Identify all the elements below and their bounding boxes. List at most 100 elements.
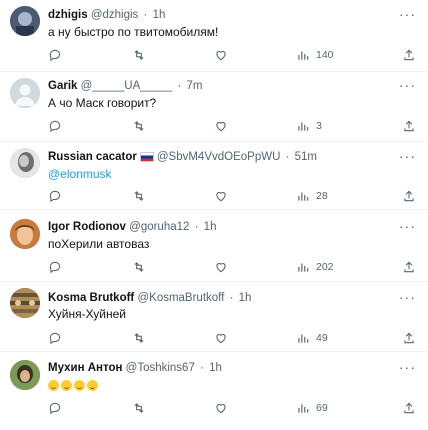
retweet-button[interactable] <box>132 187 146 205</box>
reply-button[interactable] <box>48 117 62 135</box>
author-handle[interactable]: @dzhigis <box>91 9 138 21</box>
share-button[interactable] <box>402 46 416 64</box>
views-button[interactable]: 49 <box>296 329 328 347</box>
retweet-button[interactable] <box>132 329 146 347</box>
reply-button[interactable] <box>48 46 62 64</box>
avatar[interactable] <box>10 78 40 108</box>
separator-dot: · <box>143 9 148 21</box>
tweet-header: dzhigis @dzhigis · 1h <box>48 7 165 23</box>
tweet-header: Kosma Brutkoff @KosmaBrutkoff · 1h <box>48 290 251 306</box>
author-name[interactable]: Igor Rodionov <box>48 221 126 233</box>
share-button[interactable] <box>402 258 416 276</box>
tweet-text: а ну быстро по твитомобилям! <box>48 25 219 39</box>
tweet[interactable]: dzhigis @dzhigis · 1h ··· а ну быстро по… <box>0 0 428 72</box>
reply-button[interactable] <box>48 187 62 205</box>
emoji-row <box>48 377 100 393</box>
like-button[interactable] <box>214 329 228 347</box>
author-handle[interactable]: @goruha12 <box>129 221 189 233</box>
retweet-button[interactable] <box>132 46 146 64</box>
tweet[interactable]: Igor Rodionov @goruha12 · 1h ··· поХерил… <box>0 210 428 282</box>
tweet[interactable]: Russian cacator @SbvM4VvdOEoPpWU · 51m ··… <box>0 142 428 210</box>
author-handle[interactable]: @Toshkins67 <box>126 362 195 374</box>
timestamp[interactable]: 1h <box>239 292 252 304</box>
like-button[interactable] <box>214 46 228 64</box>
timestamp[interactable]: 1h <box>204 221 217 233</box>
action-bar: 69 <box>48 399 420 417</box>
more-icon[interactable]: ··· <box>399 290 416 304</box>
more-icon[interactable]: ··· <box>399 78 416 92</box>
tweet[interactable]: Garik @_____UA_____ · 7m ··· А чо Маск г… <box>0 72 428 142</box>
avatar[interactable] <box>10 219 40 249</box>
views-button[interactable]: 202 <box>296 258 334 276</box>
separator-dot: · <box>285 151 290 163</box>
more-icon[interactable]: ··· <box>399 149 416 163</box>
reply-icon <box>49 332 61 345</box>
tweet[interactable]: Kosma Brutkoff @KosmaBrutkoff · 1h ··· Х… <box>0 282 428 352</box>
retweet-icon <box>134 191 144 201</box>
more-icon[interactable]: ··· <box>399 7 416 21</box>
share-button[interactable] <box>402 329 416 347</box>
author-name[interactable]: Мухин Антон <box>48 362 122 374</box>
author-handle[interactable]: @_____UA_____ <box>81 80 173 92</box>
timestamp[interactable]: 7m <box>186 80 202 92</box>
tweet-header: Russian cacator @SbvM4VvdOEoPpWU · 51m <box>48 149 317 165</box>
avatar[interactable] <box>10 6 40 36</box>
like-button[interactable] <box>214 399 228 417</box>
flag-icon <box>139 151 154 162</box>
reply-button[interactable] <box>48 399 62 417</box>
like-button[interactable] <box>214 187 228 205</box>
views-icon <box>298 192 309 201</box>
tweet[interactable]: Мухин Антон @Toshkins67 · 1h ··· 69 <box>0 352 428 430</box>
author-handle[interactable]: @KosmaBrutkoff <box>137 292 224 304</box>
retweet-icon <box>134 403 144 413</box>
views-button[interactable]: 3 <box>296 117 322 135</box>
retweet-icon <box>134 50 144 60</box>
views-count: 202 <box>316 261 334 273</box>
author-name[interactable]: dzhigis <box>48 9 88 21</box>
like-button[interactable] <box>214 117 228 135</box>
reply-icon <box>49 190 61 203</box>
retweet-button[interactable] <box>132 399 146 417</box>
share-button[interactable] <box>402 117 416 135</box>
share-button[interactable] <box>402 399 416 417</box>
avatar[interactable] <box>10 288 40 318</box>
separator-dot: · <box>194 221 199 233</box>
timestamp[interactable]: 51m <box>295 151 317 163</box>
author-handle[interactable]: @SbvM4VvdOEoPpWU <box>157 151 281 163</box>
retweet-button[interactable] <box>132 258 146 276</box>
views-count: 28 <box>316 190 328 202</box>
reply-button[interactable] <box>48 329 62 347</box>
like-button[interactable] <box>214 258 228 276</box>
author-name[interactable]: Kosma Brutkoff <box>48 292 134 304</box>
timestamp[interactable]: 1h <box>153 9 166 21</box>
more-icon[interactable]: ··· <box>399 219 416 233</box>
share-icon <box>404 190 414 202</box>
share-icon <box>404 261 414 273</box>
views-icon <box>298 404 309 413</box>
share-icon <box>404 402 414 414</box>
views-count: 49 <box>316 332 328 344</box>
mention-link[interactable]: @elonmusk <box>48 166 112 182</box>
timestamp[interactable]: 1h <box>209 362 222 374</box>
views-count: 69 <box>316 402 328 414</box>
views-button[interactable]: 69 <box>296 399 328 417</box>
tweet-text: Хуйня-Хуйней <box>48 307 127 321</box>
reply-button[interactable] <box>48 258 62 276</box>
avatar[interactable] <box>10 148 40 178</box>
share-icon <box>404 49 414 61</box>
separator-dot: · <box>229 292 234 304</box>
retweet-button[interactable] <box>132 117 146 135</box>
action-bar: 140 <box>48 46 420 64</box>
author-name[interactable]: Garik <box>48 80 77 92</box>
like-icon <box>216 51 226 61</box>
retweet-icon <box>134 333 144 343</box>
avatar[interactable] <box>10 360 40 390</box>
author-name[interactable]: Russian cacator <box>48 151 137 163</box>
more-icon[interactable]: ··· <box>399 360 416 374</box>
rofl-emoji-icon <box>87 380 98 392</box>
views-button[interactable]: 28 <box>296 187 328 205</box>
like-icon <box>216 404 226 414</box>
reply-icon <box>49 49 61 62</box>
share-button[interactable] <box>402 187 416 205</box>
views-button[interactable]: 140 <box>296 46 334 64</box>
